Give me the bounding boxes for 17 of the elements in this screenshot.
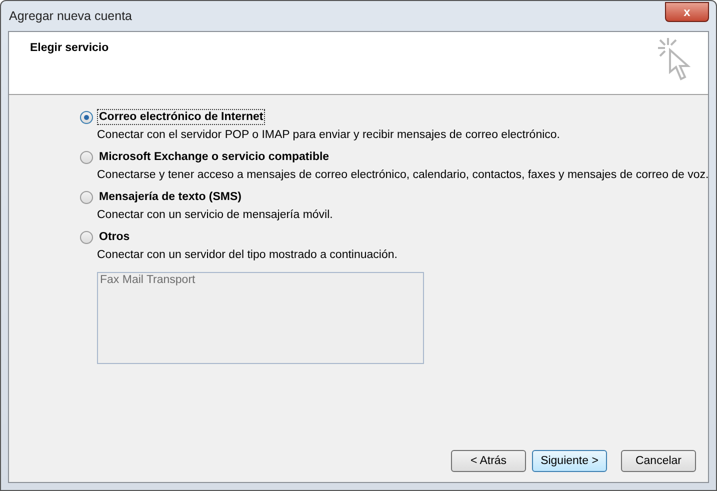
window-title: Agregar nueva cuenta [8,9,132,23]
option-description: Conectar con el servidor POP o IMAP para enviar y recibir mensajes de correo electrónico. [97,129,561,141]
header-title: Elegir servicio [30,42,109,54]
option-label[interactable]: Mensajería de texto (SMS) [97,189,244,205]
option-label[interactable]: Correo electrónico de Internet [97,109,266,125]
option-description: Conectar con un servicio de mensajería móvil. [97,209,334,221]
option-label[interactable]: Microsoft Exchange o servicio compatible [97,149,332,165]
option-label[interactable]: Otros [97,229,132,245]
dialog-button[interactable]: < Atrás [451,450,526,472]
dialog-button[interactable]: Cancelar [621,450,696,472]
radio-button[interactable] [80,150,93,164]
dialog-button[interactable]: Siguiente > [532,450,607,472]
option-description: Conectarse y tener acceso a mensajes de correo electrónico, calendario, contactos, faxes y mensajes de correo de voz. [97,169,708,181]
radio-button[interactable] [80,190,93,204]
radio-button[interactable] [80,230,93,244]
option-description: Conectar con un servidor del tipo mostrado a continuación. [97,249,398,261]
radio-button[interactable] [80,110,93,124]
